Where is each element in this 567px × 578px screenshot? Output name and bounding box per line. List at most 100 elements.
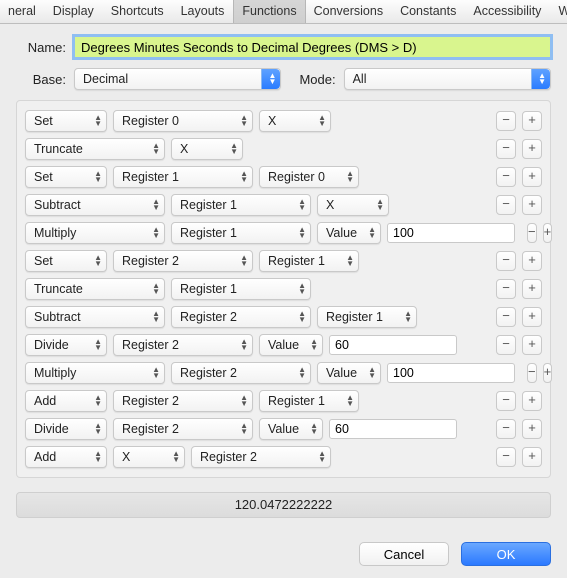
remove-step-button[interactable]: − xyxy=(496,167,516,187)
op-select[interactable]: Subtract▲▼ xyxy=(25,306,165,328)
remove-step-button[interactable]: − xyxy=(496,195,516,215)
remove-step-button[interactable]: − xyxy=(496,447,516,467)
remove-step-button[interactable]: − xyxy=(496,335,516,355)
op-select[interactable]: Register 2▲▼ xyxy=(171,362,311,384)
op-select[interactable]: Register 0 ▲▼ xyxy=(259,166,359,188)
add-step-button[interactable]: + xyxy=(522,391,542,411)
op-select[interactable]: Multiply▲▼ xyxy=(25,222,165,244)
add-step-button[interactable]: + xyxy=(522,167,542,187)
add-step-button[interactable]: + xyxy=(522,251,542,271)
add-step-button[interactable]: + xyxy=(522,279,542,299)
op-select[interactable]: Register 2▲▼ xyxy=(113,418,253,440)
op-select[interactable]: Register 1▲▼ xyxy=(171,222,311,244)
tab-layouts[interactable]: Layouts xyxy=(173,0,234,23)
op-select[interactable]: Value▲▼ xyxy=(317,222,381,244)
add-step-button[interactable]: + xyxy=(522,307,542,327)
op-select[interactable]: X▲▼ xyxy=(317,194,389,216)
op-select[interactable]: Register 1▲▼ xyxy=(259,250,359,272)
op-select[interactable]: Register 2▲▼ xyxy=(113,334,253,356)
tab-conversions[interactable]: Conversions xyxy=(306,0,392,23)
op-select-value: Register 2 xyxy=(122,338,179,352)
mode-label: Mode: xyxy=(299,72,335,87)
add-step-button[interactable]: + xyxy=(522,139,542,159)
op-select[interactable]: Register 1▲▼ xyxy=(171,278,311,300)
function-name-input[interactable] xyxy=(74,36,551,58)
remove-step-button[interactable]: − xyxy=(496,111,516,131)
op-select[interactable]: Value▲▼ xyxy=(317,362,381,384)
name-label: Name: xyxy=(16,40,66,55)
tab-neral[interactable]: neral xyxy=(0,0,45,23)
operation-row: Set▲▼Register 0▲▼X▲▼−+ xyxy=(25,107,542,135)
select-arrows-icon: ▲▼ xyxy=(318,115,326,127)
add-step-button[interactable]: + xyxy=(522,111,542,131)
select-arrows-icon: ▲▼ xyxy=(404,311,412,323)
op-select[interactable]: Add▲▼ xyxy=(25,390,107,412)
tab-functions[interactable]: Functions xyxy=(233,0,305,23)
op-select[interactable]: Truncate▲▼ xyxy=(25,278,165,300)
add-step-button[interactable]: + xyxy=(522,195,542,215)
select-arrows-icon: ▲▼ xyxy=(538,73,546,85)
base-select[interactable]: Decimal ▲▼ xyxy=(74,68,281,90)
op-select[interactable]: Set▲▼ xyxy=(25,250,107,272)
op-select-value: Register 0 xyxy=(268,170,325,184)
op-select[interactable]: Divide▲▼ xyxy=(25,334,107,356)
op-select[interactable]: Add▲▼ xyxy=(25,446,107,468)
op-value-input[interactable] xyxy=(329,419,457,439)
ok-button[interactable]: OK xyxy=(461,542,551,566)
op-value-input[interactable] xyxy=(387,223,515,243)
op-select[interactable]: X▲▼ xyxy=(113,446,185,468)
op-select-value: X xyxy=(326,198,334,212)
cancel-button[interactable]: Cancel xyxy=(359,542,449,566)
op-select[interactable]: Divide▲▼ xyxy=(25,418,107,440)
prefs-tabs: neralDisplayShortcutsLayoutsFunctionsCon… xyxy=(0,0,567,24)
remove-step-button[interactable]: − xyxy=(496,139,516,159)
op-select[interactable]: Register 2▲▼ xyxy=(113,250,253,272)
tab-widget[interactable]: Widget xyxy=(550,0,567,23)
remove-step-button[interactable]: − xyxy=(496,307,516,327)
remove-step-button[interactable]: − xyxy=(496,251,516,271)
remove-step-button[interactable]: − xyxy=(527,363,537,383)
operation-row: Set▲▼ Register 2▲▼ Register 1▲▼ −+ xyxy=(25,247,542,275)
op-value-input[interactable] xyxy=(387,363,515,383)
tab-shortcuts[interactable]: Shortcuts xyxy=(103,0,173,23)
op-select-value: Set xyxy=(34,114,53,128)
op-select[interactable]: Value▲▼ xyxy=(259,418,323,440)
tab-accessibility[interactable]: Accessibility xyxy=(465,0,550,23)
op-select[interactable]: Set▲▼ xyxy=(25,166,107,188)
operation-row: Set▲▼ Register 1▲▼ Register 0 ▲▼ −+ xyxy=(25,163,542,191)
op-select[interactable]: Register 1▲▼ xyxy=(317,306,417,328)
remove-step-button[interactable]: − xyxy=(496,391,516,411)
add-step-button[interactable]: + xyxy=(543,223,553,243)
op-select[interactable]: Register 1▲▼ xyxy=(171,194,311,216)
op-select[interactable]: Set▲▼ xyxy=(25,110,107,132)
op-select[interactable]: Value▲▼ xyxy=(259,334,323,356)
select-arrows-icon: ▲▼ xyxy=(152,367,160,379)
select-arrows-icon: ▲▼ xyxy=(298,199,306,211)
op-select[interactable]: Register 0▲▼ xyxy=(113,110,253,132)
tab-display[interactable]: Display xyxy=(45,0,103,23)
add-step-button[interactable]: + xyxy=(522,335,542,355)
add-step-button[interactable]: + xyxy=(522,419,542,439)
op-value-input[interactable] xyxy=(329,335,457,355)
op-select[interactable]: Register 2▲▼ xyxy=(191,446,331,468)
op-select[interactable]: X▲▼ xyxy=(259,110,331,132)
op-select[interactable]: Subtract▲▼ xyxy=(25,194,165,216)
remove-step-button[interactable]: − xyxy=(527,223,537,243)
add-step-button[interactable]: + xyxy=(543,363,553,383)
op-select[interactable]: Register 1▲▼ xyxy=(113,166,253,188)
select-arrows-icon: ▲▼ xyxy=(346,171,354,183)
tab-constants[interactable]: Constants xyxy=(392,0,465,23)
op-select[interactable]: Register 2▲▼ xyxy=(171,306,311,328)
op-select-value: X xyxy=(180,142,188,156)
op-select[interactable]: X▲▼ xyxy=(171,138,243,160)
select-arrows-icon: ▲▼ xyxy=(269,73,277,85)
op-select[interactable]: Register 2▲▼ xyxy=(113,390,253,412)
op-select[interactable]: Truncate▲▼ xyxy=(25,138,165,160)
mode-select[interactable]: All ▲▼ xyxy=(344,68,551,90)
op-select[interactable]: Register 1▲▼ xyxy=(259,390,359,412)
remove-step-button[interactable]: − xyxy=(496,419,516,439)
remove-step-button[interactable]: − xyxy=(496,279,516,299)
op-select[interactable]: Multiply▲▼ xyxy=(25,362,165,384)
function-editor-sheet: Name: Base: Decimal ▲▼ Mode: All ▲▼ Set▲… xyxy=(0,24,567,528)
add-step-button[interactable]: + xyxy=(522,447,542,467)
